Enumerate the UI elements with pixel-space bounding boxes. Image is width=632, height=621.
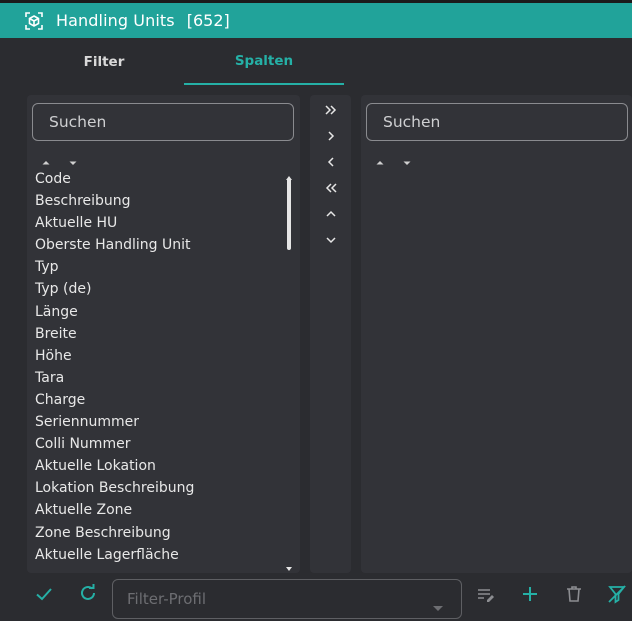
- list-item[interactable]: Tara: [35, 367, 285, 389]
- available-search-input[interactable]: [32, 103, 294, 141]
- list-item[interactable]: Länge: [35, 301, 285, 323]
- refresh-icon[interactable]: [77, 582, 99, 604]
- list-item[interactable]: Typ (de): [35, 278, 285, 300]
- list-item[interactable]: Lokation Beschreibung: [35, 477, 285, 499]
- title-bar: Handling Units [652]: [0, 0, 632, 38]
- check-icon[interactable]: [33, 583, 55, 605]
- move-up-icon[interactable]: [322, 205, 340, 223]
- add-icon[interactable]: [519, 583, 541, 605]
- list-item[interactable]: Seriennummer: [35, 411, 285, 433]
- tab-filter[interactable]: Filter: [24, 38, 184, 85]
- list-item[interactable]: Zone Beschreibung: [35, 522, 285, 544]
- sort-descending-icon[interactable]: [402, 153, 412, 165]
- move-down-icon[interactable]: [322, 231, 340, 249]
- list-item[interactable]: Colli Nummer: [35, 433, 285, 455]
- list-item[interactable]: Typ: [35, 256, 285, 278]
- sort-ascending-icon[interactable]: [375, 153, 385, 165]
- selected-search-input[interactable]: [366, 103, 628, 141]
- chevron-down-icon: [433, 597, 443, 616]
- tab-spalten[interactable]: Spalten: [184, 38, 344, 85]
- filter-profile-placeholder: Filter-Profil: [127, 590, 207, 608]
- record-count: [652]: [186, 11, 230, 30]
- filter-profile-select[interactable]: Filter-Profil: [112, 579, 462, 619]
- list-item[interactable]: Höhe: [35, 345, 285, 367]
- cube-icon: [23, 10, 45, 32]
- list-item[interactable]: Aktuelle Zone: [35, 499, 285, 521]
- sort-descending-icon[interactable]: [68, 153, 78, 165]
- sort-ascending-icon[interactable]: [41, 153, 51, 165]
- delete-icon[interactable]: [563, 583, 585, 605]
- tab-bar: Filter Spalten: [24, 38, 344, 85]
- list-item[interactable]: Code: [35, 168, 285, 190]
- list-item[interactable]: Aktuelle Lokation: [35, 455, 285, 477]
- list-item[interactable]: Oberste Handling Unit: [35, 234, 285, 256]
- move-left-icon[interactable]: [322, 153, 340, 171]
- scrollbar-thumb[interactable]: [287, 178, 291, 250]
- list-item[interactable]: Charge: [35, 389, 285, 411]
- window-title: Handling Units: [56, 11, 175, 30]
- list-item[interactable]: Aktuelle HU: [35, 212, 285, 234]
- available-sort-controls: [41, 153, 78, 165]
- move-all-right-icon[interactable]: [322, 101, 340, 119]
- selected-sort-controls: [375, 153, 412, 165]
- list-item[interactable]: Breite: [35, 323, 285, 345]
- available-columns-list: Code Beschreibung Aktuelle HU Oberste Handl…: [35, 168, 285, 566]
- scroll-down-icon[interactable]: [285, 558, 293, 571]
- edit-list-icon[interactable]: [475, 584, 497, 606]
- clear-filter-icon[interactable]: [606, 583, 628, 605]
- move-right-icon[interactable]: [322, 127, 340, 145]
- list-item[interactable]: Aktuelle Lagerfläche: [35, 544, 285, 566]
- scroll-up-icon[interactable]: [285, 167, 293, 180]
- list-item[interactable]: Beschreibung: [35, 190, 285, 212]
- move-all-left-icon[interactable]: [322, 179, 340, 197]
